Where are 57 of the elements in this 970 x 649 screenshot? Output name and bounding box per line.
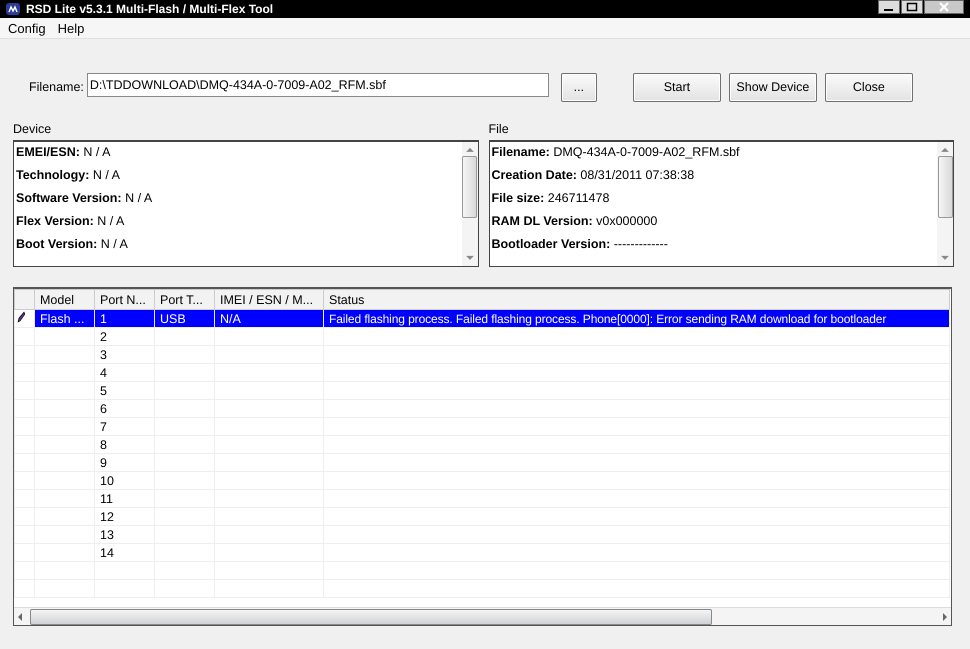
column-header[interactable]: IMEI / ESN / M...	[214, 290, 324, 310]
info-line: Bootloader Version: -------------	[492, 237, 669, 253]
info-line: Creation Date: 08/31/2011 07:38:38	[492, 168, 696, 184]
info-line: Flex Version: N / A	[16, 214, 126, 230]
table-cell: 2	[94, 328, 154, 346]
app-logo-icon	[6, 3, 20, 15]
maximize-icon[interactable]	[901, 0, 923, 14]
table-cell: 6	[94, 400, 154, 418]
column-header[interactable]: Port T...	[154, 290, 214, 310]
action-button[interactable]: Start	[632, 72, 721, 102]
info-line: Software Version: N / A	[16, 191, 154, 207]
vertical-scrollbar[interactable]	[462, 142, 478, 266]
window-title: RSD Lite v5.3.1 Multi-Flash / Multi-Flex Tool	[26, 2, 274, 16]
info-line: File size: 246711478	[492, 191, 610, 207]
table-cell: 10	[94, 472, 154, 490]
minimize-icon[interactable]	[878, 0, 900, 14]
column-header[interactable]: Port N...	[94, 290, 154, 310]
menu-item[interactable]: Help	[54, 20, 88, 36]
table-cell: 1	[94, 310, 154, 328]
row-header-corner	[14, 290, 34, 310]
action-button[interactable]: Show Device	[728, 72, 817, 102]
table-cell: 4	[94, 364, 154, 382]
table-cell: 13	[94, 526, 154, 544]
table-cell: 5	[94, 382, 154, 400]
table-cell: 12	[94, 508, 154, 526]
table-cell: USB	[154, 310, 214, 328]
action-button[interactable]: Close	[824, 72, 913, 102]
info-line: Filename: DMQ-434A-0-7009-A02_RFM.sbf	[492, 145, 741, 161]
info-line: EMEI/ESN: N / A	[16, 145, 112, 161]
filename-field[interactable]: D:\TDDOWNLOAD\DMQ-434A-0-7009-A02_RFM.sbf	[86, 73, 549, 97]
info-line: RAM DL Version: v0x000000	[492, 214, 658, 230]
vertical-scrollbar[interactable]	[937, 142, 953, 266]
table-cell: N/A	[214, 310, 324, 328]
table-cell: Flash ...	[34, 310, 94, 328]
filename-label: Filename:	[29, 80, 84, 94]
scroll-thumb[interactable]	[462, 156, 477, 218]
column-header[interactable]: Model	[34, 290, 94, 310]
table-cell: 9	[94, 454, 154, 472]
section-label: Device	[13, 122, 52, 138]
table-cell: 11	[94, 490, 154, 508]
table-row[interactable]: Flash ... 1 USB N/A Failed flashing process. Failed flashing process. Phone[0000]: Error sending RAM download for bootloader	[14, 310, 950, 328]
column-header[interactable]: Status	[324, 290, 950, 310]
table-cell: 14	[94, 544, 154, 562]
close-icon[interactable]	[924, 0, 964, 14]
table-cell: Failed flashing process. Failed flashing process. Phone[0000]: Error sending RAM download for bootloader	[324, 310, 950, 328]
info-line: Boot Version: N / A	[16, 237, 129, 253]
section-label: File	[488, 122, 510, 138]
table-cell: 8	[94, 436, 154, 454]
horizontal-scrollbar[interactable]	[14, 607, 951, 625]
scroll-thumb[interactable]	[938, 156, 952, 218]
table-cell: 7	[94, 418, 154, 436]
pencil-icon	[17, 311, 25, 323]
scroll-thumb[interactable]	[30, 608, 712, 624]
table-cell: 3	[94, 346, 154, 364]
menu-item[interactable]: Config	[4, 20, 50, 36]
info-line: Technology: N / A	[16, 168, 121, 184]
browse-button[interactable]: ...	[560, 72, 597, 102]
